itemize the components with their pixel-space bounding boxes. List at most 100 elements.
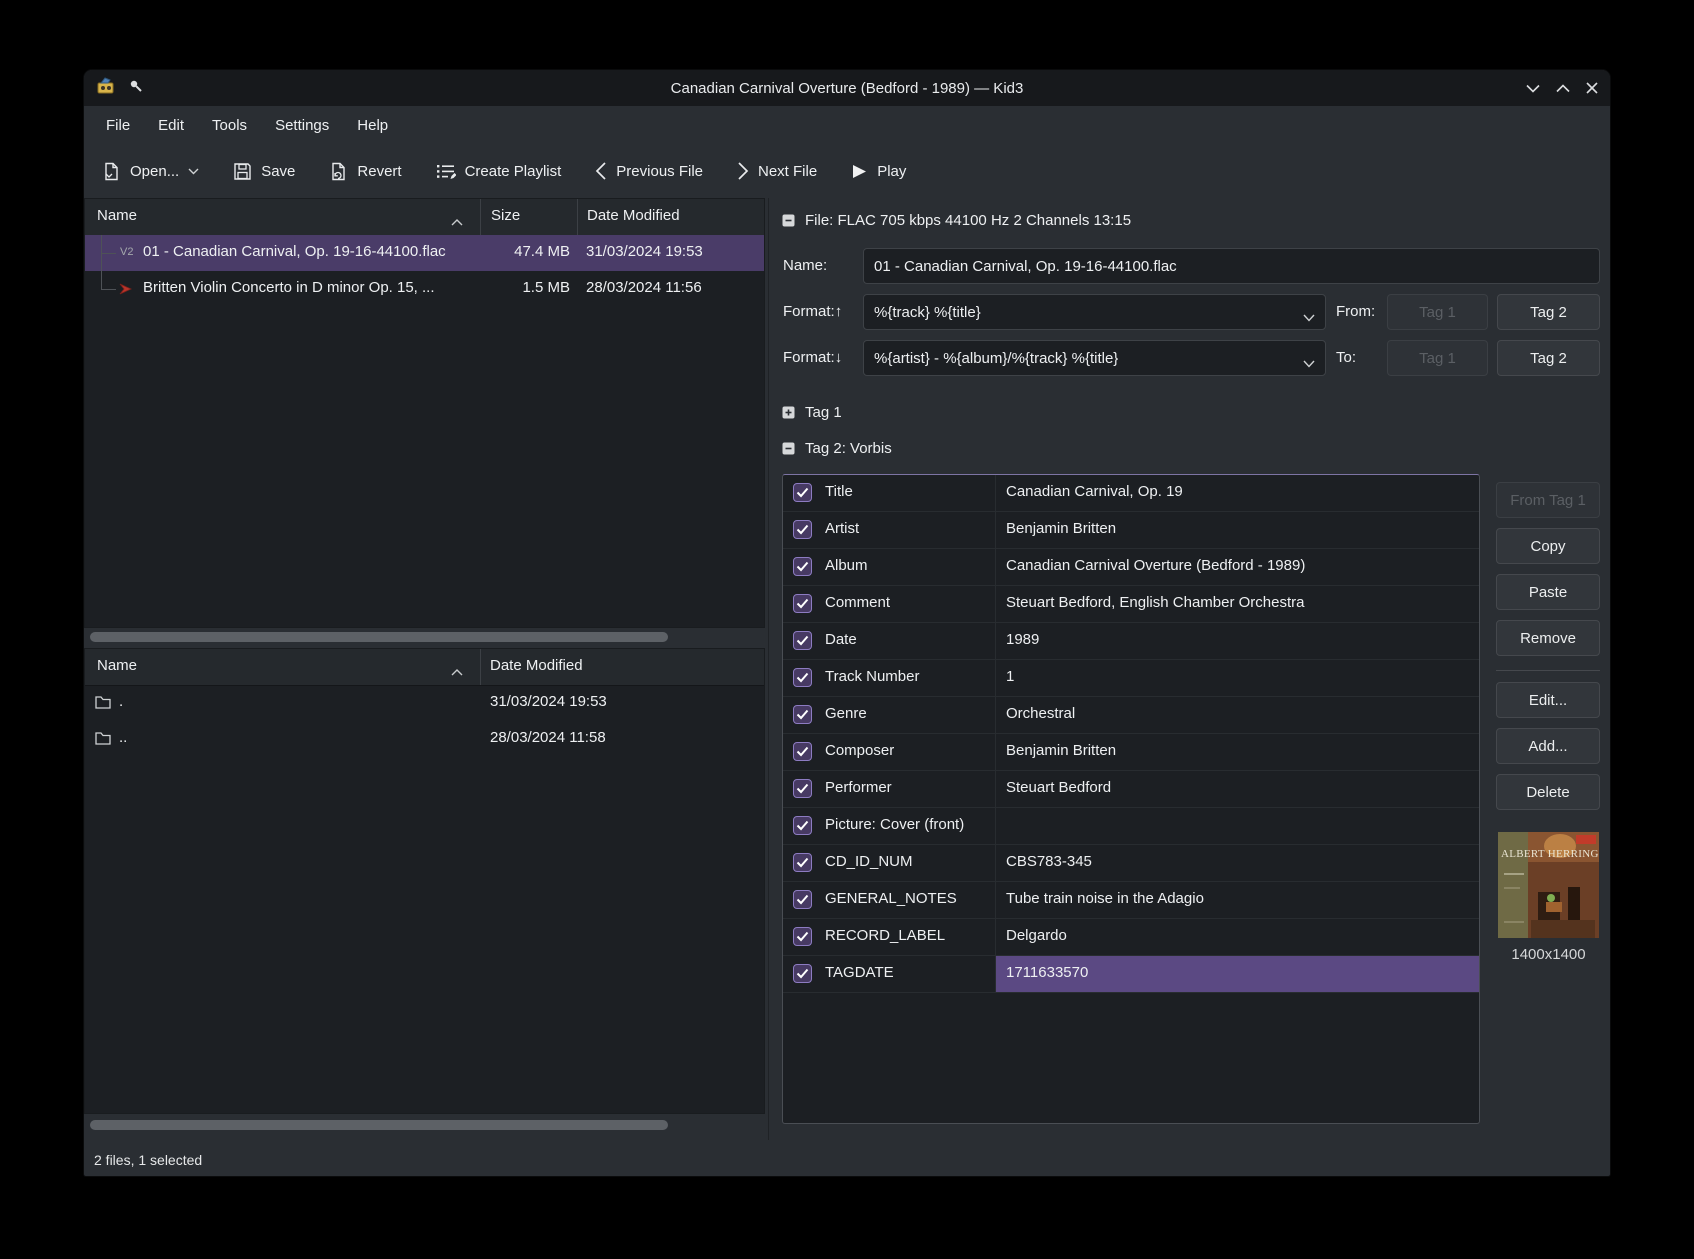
tag-row-genre[interactable]: Genre Orchestral <box>783 697 1479 734</box>
tag-row-title[interactable]: Title Canadian Carnival, Op. 19 <box>783 475 1479 512</box>
kid3-app-icon <box>96 76 116 101</box>
kid3-window: Canadian Carnival Overture (Bedford - 19… <box>84 70 1610 1176</box>
play-icon <box>851 163 868 180</box>
tag-row-general-notes[interactable]: GENERAL_NOTES Tube train noise in the Ad… <box>783 882 1479 919</box>
titlebar[interactable]: Canadian Carnival Overture (Bedford - 19… <box>84 70 1610 106</box>
column-date-modified[interactable]: Date Modified <box>587 207 680 224</box>
remove-button[interactable]: Remove <box>1496 620 1600 656</box>
checkbox-checked[interactable] <box>793 594 812 613</box>
checkbox-checked[interactable] <box>793 668 812 687</box>
checkbox-checked[interactable] <box>793 557 812 576</box>
checkbox-checked[interactable] <box>793 964 812 983</box>
menu-settings[interactable]: Settings <box>263 113 341 138</box>
minimize-button[interactable] <box>1526 84 1540 93</box>
tag-row-tagdate[interactable]: TAGDATE 1711633570 <box>783 956 1479 993</box>
file-section-header[interactable]: File: FLAC 705 kbps 44100 Hz 2 Channels … <box>782 212 1131 229</box>
chevron-right-icon <box>737 162 749 180</box>
column-date-modified[interactable]: Date Modified <box>490 657 583 674</box>
format-down-tag2-button[interactable]: Tag 2 <box>1497 340 1600 376</box>
file-list: Name Size Date Modified V2 01 - Canadian… <box>84 198 765 628</box>
menu-tools[interactable]: Tools <box>200 113 259 138</box>
tag-row-artist[interactable]: Artist Benjamin Britten <box>783 512 1479 549</box>
menu-help[interactable]: Help <box>345 113 400 138</box>
format-up-tag2-button[interactable]: Tag 2 <box>1497 294 1600 330</box>
format-up-combo[interactable]: %{track} %{title} <box>863 294 1326 330</box>
folder-date: 31/03/2024 19:53 <box>490 693 607 710</box>
paste-button[interactable]: Paste <box>1496 574 1600 610</box>
tag-row-comment[interactable]: Comment Steuart Bedford, English Chamber… <box>783 586 1479 623</box>
checkbox-checked[interactable] <box>793 631 812 650</box>
file-list-hscrollbar[interactable] <box>90 632 668 642</box>
file-list-header: Name Size Date Modified <box>85 199 764 236</box>
format-down-tag1-button[interactable]: Tag 1 <box>1387 340 1488 376</box>
close-button[interactable] <box>1586 82 1598 94</box>
column-size[interactable]: Size <box>491 207 520 224</box>
svg-text:ALBERT H: ALBERT H <box>1501 848 1556 860</box>
checkbox-checked[interactable] <box>793 927 812 946</box>
checkbox-checked[interactable] <box>793 779 812 798</box>
sort-ascending-icon <box>451 213 463 231</box>
file-size: 1.5 MB <box>480 279 570 296</box>
checkbox-checked[interactable] <box>793 890 812 909</box>
tag-row-track-number[interactable]: Track Number 1 <box>783 660 1479 697</box>
play-button[interactable]: Play <box>851 163 906 180</box>
open-button[interactable]: Open... <box>102 162 199 181</box>
checkbox-checked[interactable] <box>793 705 812 724</box>
next-file-button[interactable]: Next File <box>737 162 817 180</box>
filename-input[interactable] <box>863 248 1600 284</box>
window-title: Canadian Carnival Overture (Bedford - 19… <box>84 80 1610 97</box>
delete-button[interactable]: Delete <box>1496 774 1600 810</box>
revert-icon <box>329 162 348 181</box>
format-up-tag1-button[interactable]: Tag 1 <box>1387 294 1488 330</box>
checkbox-checked[interactable] <box>793 742 812 761</box>
folder-row[interactable]: .. 28/03/2024 11:58 <box>85 721 764 757</box>
tag-row-composer[interactable]: Composer Benjamin Britten <box>783 734 1479 771</box>
menu-file[interactable]: File <box>94 113 142 138</box>
tag2-section-header[interactable]: Tag 2: Vorbis <box>782 440 892 457</box>
checkbox-checked[interactable] <box>793 520 812 539</box>
edit-button[interactable]: Edit... <box>1496 682 1600 718</box>
chevron-left-icon <box>595 162 607 180</box>
save-button[interactable]: Save <box>233 162 295 181</box>
folder-list-hscrollbar[interactable] <box>90 1120 668 1130</box>
folder-list-header: Name Date Modified <box>85 649 764 686</box>
folder-name: . <box>119 693 123 710</box>
file-row[interactable]: V2 01 - Canadian Carnival, Op. 19-16-441… <box>85 235 764 271</box>
panel-splitter[interactable] <box>768 198 769 1140</box>
artwork-dimensions: 1400x1400 <box>1488 946 1609 963</box>
menu-edit[interactable]: Edit <box>146 113 196 138</box>
checkbox-checked[interactable] <box>793 853 812 872</box>
pin-icon[interactable] <box>128 78 144 99</box>
tag-row-performer[interactable]: Performer Steuart Bedford <box>783 771 1479 808</box>
tag1-label: Tag 1 <box>805 404 842 421</box>
column-name[interactable]: Name <box>97 657 137 674</box>
from-tag1-button[interactable]: From Tag 1 <box>1496 482 1600 518</box>
copy-button[interactable]: Copy <box>1496 528 1600 564</box>
folder-icon <box>95 695 111 713</box>
previous-file-button[interactable]: Previous File <box>595 162 703 180</box>
create-playlist-button[interactable]: Create Playlist <box>436 162 562 181</box>
document-open-icon <box>102 162 121 181</box>
tag-row-album[interactable]: Album Canadian Carnival Overture (Bedfor… <box>783 549 1479 586</box>
toolbar: Open... Save Revert <box>84 144 1610 198</box>
collapse-icon <box>782 442 795 455</box>
format-down-combo[interactable]: %{artist} - %{album}/%{track} %{title} <box>863 340 1326 376</box>
folder-row[interactable]: . 31/03/2024 19:53 <box>85 685 764 721</box>
tag1-section-header[interactable]: Tag 1 <box>782 404 842 421</box>
add-button[interactable]: Add... <box>1496 728 1600 764</box>
tag-row-cd-id-num[interactable]: CD_ID_NUM CBS783-345 <box>783 845 1479 882</box>
column-name[interactable]: Name <box>97 207 137 224</box>
checkbox-checked[interactable] <box>793 483 812 502</box>
chevron-down-icon <box>1303 355 1315 372</box>
tag-row-picture[interactable]: Picture: Cover (front) <box>783 808 1479 845</box>
folder-date: 28/03/2024 11:58 <box>490 729 606 746</box>
chevron-down-icon <box>188 168 199 175</box>
checkbox-checked[interactable] <box>793 816 812 835</box>
tag-row-date[interactable]: Date 1989 <box>783 623 1479 660</box>
maximize-button[interactable] <box>1556 84 1570 93</box>
revert-button[interactable]: Revert <box>329 162 401 181</box>
status-text: 2 files, 1 selected <box>94 1152 202 1168</box>
file-row[interactable]: Britten Violin Concerto in D minor Op. 1… <box>85 271 764 307</box>
tag-row-record-label[interactable]: RECORD_LABEL Delgardo <box>783 919 1479 956</box>
album-cover-thumbnail[interactable]: ALBERT H ERRING <box>1498 832 1599 938</box>
